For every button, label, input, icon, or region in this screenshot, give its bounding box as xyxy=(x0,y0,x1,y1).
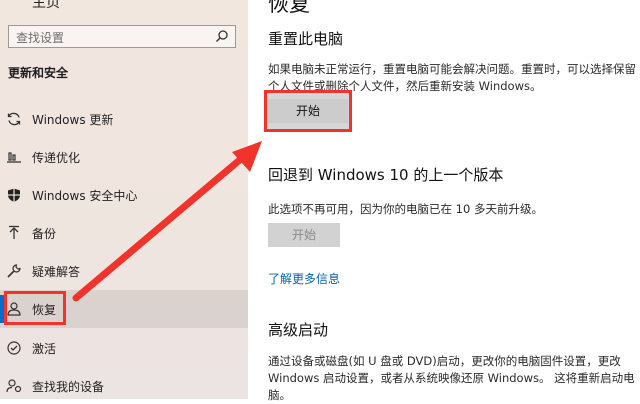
section-title: 更新和安全 xyxy=(8,66,69,80)
sidebar-item-label: 疑难解答 xyxy=(32,265,81,279)
sync-icon xyxy=(7,112,21,126)
search-input[interactable]: 查找设置 xyxy=(16,29,64,46)
recovery-annotation-box xyxy=(4,291,66,325)
sidebar-item-label: Windows 更新 xyxy=(32,113,114,127)
backup-arrow-icon xyxy=(9,225,19,239)
sidebar-item-delivery-optimization[interactable]: 传递优化 xyxy=(0,138,248,176)
sidebar-item-label: 备份 xyxy=(32,227,57,241)
sidebar-item-label: 传递优化 xyxy=(32,151,81,165)
reset-start-button[interactable]: 开始 xyxy=(268,99,348,123)
sidebar-item-label: 激活 xyxy=(32,342,57,356)
check-circle-icon xyxy=(7,341,21,355)
sidebar-item-windows-security[interactable]: Windows 安全中心 xyxy=(0,176,248,214)
main-content: 恢复 重置此电脑 如果电脑未正常运行，重置电脑可能会解决问题。重置时，可以选择保… xyxy=(248,0,640,402)
sidebar-item-troubleshoot[interactable]: 疑难解答 xyxy=(0,252,248,290)
search-icon[interactable] xyxy=(215,29,229,43)
sidebar-item-find-my-device[interactable]: 查找我的设备 xyxy=(0,367,248,399)
advanced-startup-description: 通过设备或磁盘(如 U 盘或 DVD)启动，更改你的电脑固件设置，更改 Wind… xyxy=(268,354,635,402)
sidebar: 主页 查找设置 更新和安全 Windows 更新 传递优化 Windows 安全… xyxy=(0,0,248,399)
sidebar-item-backup[interactable]: 备份 xyxy=(0,214,248,252)
rollback-description: 此选项不再可用，因为你的电脑已在 10 多天前升级。 xyxy=(268,202,543,216)
page-title: 恢复 xyxy=(268,0,310,16)
wrench-icon xyxy=(7,264,21,278)
rollback-start-button[interactable]: 开始 xyxy=(268,223,340,247)
sidebar-item-label: 查找我的设备 xyxy=(32,380,105,394)
shield-icon xyxy=(8,188,20,202)
person-location-icon xyxy=(6,379,22,393)
search-box[interactable]: 查找设置 xyxy=(8,25,236,48)
rollback-heading: 回退到 Windows 10 的上一个版本 xyxy=(268,166,504,184)
sidebar-item-windows-update[interactable]: Windows 更新 xyxy=(0,100,248,138)
sidebar-item-label: Windows 安全中心 xyxy=(32,189,138,203)
advanced-startup-heading: 高级启动 xyxy=(268,321,329,339)
delivery-optimization-icon xyxy=(7,152,21,163)
home-link[interactable]: 主页 xyxy=(32,0,60,12)
reset-heading: 重置此电脑 xyxy=(268,30,344,48)
learn-more-link[interactable]: 了解更多信息 xyxy=(268,270,340,287)
sidebar-item-activation[interactable]: 激活 xyxy=(0,329,248,367)
